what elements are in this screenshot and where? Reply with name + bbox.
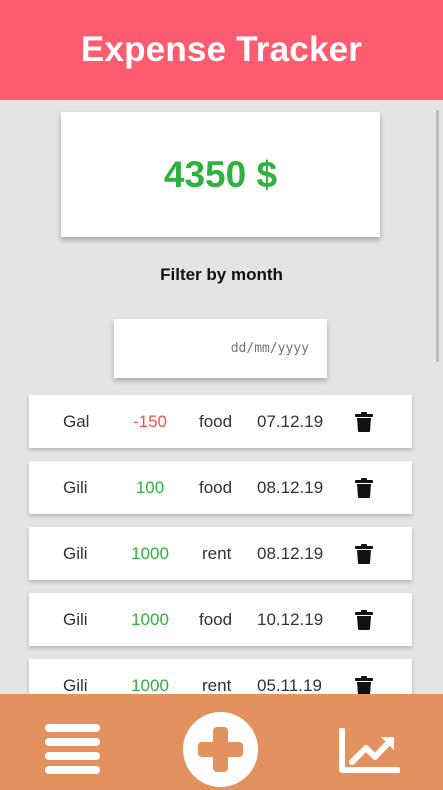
trash-icon[interactable]	[355, 543, 373, 564]
expense-date: 05.11.19	[257, 675, 322, 695]
app-title: Expense Tracker	[80, 30, 363, 69]
expense-amount: 1000	[131, 675, 169, 695]
total-balance: 4350 $	[163, 153, 278, 195]
expense-amount: 1000	[131, 543, 169, 563]
trash-icon[interactable]	[355, 609, 373, 630]
expense-row: Gili 1000 rent 08.12.19	[29, 527, 412, 580]
scrollbar[interactable]	[436, 110, 439, 362]
expense-category: food	[199, 609, 233, 629]
expense-name: Gili	[63, 675, 88, 695]
menu-icon[interactable]	[45, 724, 100, 774]
chart-line-icon[interactable]	[338, 727, 401, 774]
month-filter-box[interactable]	[114, 319, 327, 378]
expense-date: 10.12.19	[257, 609, 324, 629]
expense-amount: 1000	[131, 609, 169, 629]
expense-category: food	[199, 411, 233, 431]
trash-icon[interactable]	[355, 477, 373, 498]
expense-date: 08.12.19	[257, 477, 324, 497]
app-header: Expense Tracker	[0, 0, 443, 100]
expense-name: Gili	[63, 477, 88, 497]
expense-name: Gili	[63, 543, 88, 563]
filter-label: Filter by month	[160, 265, 283, 284]
expense-amount: 100	[135, 477, 165, 497]
expense-category: rent	[202, 675, 232, 695]
bottom-nav	[0, 694, 443, 790]
expense-row: Gal -150 food 07.12.19	[29, 395, 412, 448]
trash-icon[interactable]	[355, 675, 373, 696]
expense-date: 07.12.19	[257, 411, 324, 431]
expense-row: Gili 100 food 08.12.19	[29, 461, 412, 514]
expense-date: 08.12.19	[257, 543, 324, 563]
expense-category: food	[199, 477, 233, 497]
month-filter-input[interactable]	[114, 319, 327, 378]
expense-amount: -150	[132, 411, 168, 431]
expense-name: Gili	[63, 609, 88, 629]
trash-icon[interactable]	[355, 411, 373, 432]
total-balance-card: 4350 $	[61, 112, 380, 237]
expense-name: Gal	[63, 411, 90, 431]
expense-category: rent	[202, 543, 232, 563]
plus-icon[interactable]	[183, 712, 258, 787]
expense-list: Gal -150 food 07.12.19 Gili 100 food 08.…	[29, 395, 412, 725]
expense-row: Gili 1000 food 10.12.19	[29, 593, 412, 646]
